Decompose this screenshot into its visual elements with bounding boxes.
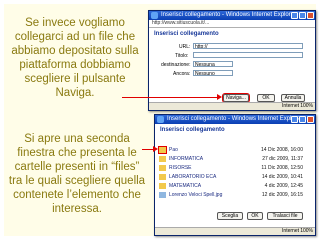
file-name[interactable]: INFORMATICA (169, 155, 203, 163)
folder-icon (159, 183, 166, 189)
ancora-label: Ancora: (173, 71, 191, 77)
file-date: 4 dic 2009, 12:45 (264, 183, 303, 189)
file-name[interactable]: RISORSE (169, 164, 192, 172)
file-row[interactable]: Lorenzo Veloci Spell.jpg 12 dic 2009, 16… (159, 191, 311, 199)
file-date: 14 dic 2009, 10:41 (261, 174, 303, 180)
zoom-level[interactable]: 100% (300, 103, 313, 110)
zoom-level[interactable]: 100% (300, 228, 313, 235)
image-file-icon (159, 192, 166, 198)
instruction-caption-bottom: Si apre una seconda finestra che present… (8, 133, 146, 215)
destinazione-label: destinazione: (161, 62, 191, 68)
ok-button[interactable]: OK (257, 94, 275, 102)
window-title: Inserisci collegamento - Windows Interne… (167, 116, 303, 122)
insert-link-window: Inserisci collegamento - Windows Interne… (148, 10, 316, 111)
dialog-content: Inserisci collegamento URL: http:// Tito… (149, 28, 315, 103)
window-title: Inserisci collegamento - Windows Interne… (161, 12, 297, 18)
annulla-button[interactable]: Annulla (281, 94, 305, 102)
titolo-field[interactable] (193, 52, 303, 58)
file-name[interactable]: LABORATORIO ECA (169, 173, 216, 181)
dialog-heading: Inserisci collegamento (160, 127, 225, 133)
maximize-button[interactable] (299, 116, 306, 123)
folder-icon (159, 174, 166, 180)
instruction-caption-top: Se invece vogliamo collegarci ad un file… (11, 17, 139, 99)
window-titlebar[interactable]: Inserisci collegamento - Windows Interne… (149, 11, 315, 20)
arrow-to-folder (142, 146, 158, 152)
file-date: 11 Dic 2008, 12:50 (261, 165, 303, 171)
ie-icon (157, 116, 164, 123)
file-name[interactable]: MATEMATICA (169, 182, 201, 190)
folder-icon (158, 146, 167, 154)
url-label: URL: (179, 44, 191, 50)
ancora-select[interactable]: Nessuno (193, 70, 233, 76)
minimize-button[interactable] (291, 12, 298, 19)
internet-zone: Internet (282, 228, 299, 234)
file-browser-window: Inserisci collegamento - Windows Interne… (154, 114, 316, 236)
folder-icon (159, 165, 166, 171)
internet-zone: Internet (282, 103, 299, 109)
status-bar: Internet 100% (149, 102, 315, 110)
folder-icon (159, 156, 166, 162)
annulla-button[interactable]: Tralasci file (267, 212, 303, 220)
file-name[interactable]: Pao (169, 146, 178, 154)
ok-button[interactable]: OK (247, 212, 263, 220)
file-date: 14 Dic 2008, 16:00 (261, 147, 303, 153)
naviga-button[interactable]: Naviga... (222, 93, 250, 103)
dialog-heading: Inserisci collegamento (154, 31, 219, 37)
file-date: 27 dic 2009, 11:37 (262, 156, 303, 162)
window-titlebar[interactable]: Inserisci collegamento - Windows Interne… (155, 115, 315, 124)
close-button[interactable] (307, 12, 314, 19)
dialog-content: Inserisci collegamento Pao 14 Dic 2008, … (155, 124, 315, 227)
file-row[interactable]: INFORMATICA 27 dic 2009, 11:37 (159, 155, 311, 163)
close-button[interactable] (307, 116, 314, 123)
titolo-label: Titolo: (175, 53, 189, 59)
address-bar[interactable]: http://www.sitiuscuola.it/... (149, 20, 315, 28)
file-row[interactable]: MATEMATICA 4 dic 2009, 12:45 (159, 182, 311, 190)
ie-icon (151, 12, 158, 19)
file-row[interactable]: RISORSE 11 Dic 2008, 12:50 (159, 164, 311, 172)
minimize-button[interactable] (291, 116, 298, 123)
status-bar: Internet 100% (155, 227, 315, 235)
file-name[interactable]: Lorenzo Veloci Spell.jpg (169, 191, 222, 199)
file-row[interactable]: LABORATORIO ECA 14 dic 2009, 10:41 (159, 173, 311, 181)
sceglia-button[interactable]: Sceglia (217, 212, 243, 220)
file-row[interactable]: Pao 14 Dic 2008, 16:00 (158, 146, 311, 154)
arrow-to-naviga (122, 94, 222, 100)
url-field[interactable]: http:// (193, 43, 303, 49)
destinazione-select[interactable]: Nessuna (193, 61, 233, 67)
maximize-button[interactable] (299, 12, 306, 19)
file-date: 12 dic 2009, 16:15 (261, 192, 303, 198)
